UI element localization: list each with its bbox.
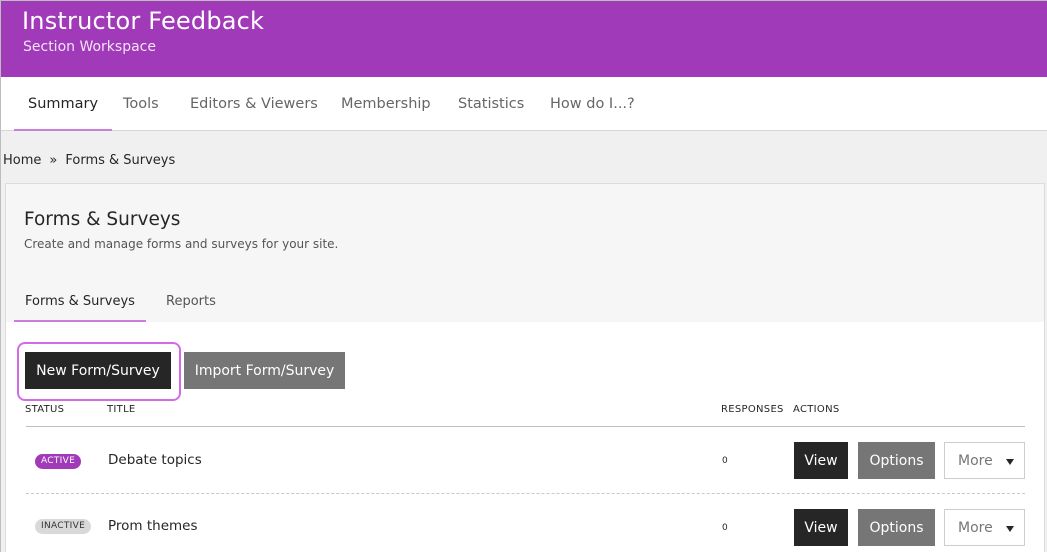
more-label: More [958,452,993,469]
tab-membership[interactable]: Membership [327,77,445,131]
tab-tools[interactable]: Tools [109,77,173,131]
top-navigation: Summary Tools Editors & Viewers Membersh… [1,77,1047,132]
column-header-status: STATUS [25,404,65,415]
breadcrumb-current: Forms & Surveys [65,153,176,168]
view-button[interactable]: View [794,509,848,546]
forms-list: New Form/Survey Import Form/Survey STATU… [6,322,1044,552]
app-header: Instructor Feedback Section Workspace [1,1,1047,77]
chevron-down-icon [1006,526,1014,532]
column-header-responses: RESPONSES [721,404,784,415]
tab-editors-viewers[interactable]: Editors & Viewers [176,77,332,131]
more-label: More [958,519,993,536]
site-title: Instructor Feedback [22,7,265,35]
chevron-down-icon [1006,459,1014,465]
form-title: Prom themes [108,518,198,534]
more-dropdown[interactable]: More [944,442,1025,479]
column-header-actions: ACTIONS [793,404,840,415]
response-count: 0 [722,523,728,533]
table-row: INACTIVE Prom themes 0 View Options More [6,494,1044,552]
tab-how-do-i[interactable]: How do I...? [536,77,649,131]
tab-summary[interactable]: Summary [14,77,113,132]
page-title: Forms & Surveys [24,209,181,230]
import-form-survey-button[interactable]: Import Form/Survey [184,352,345,389]
subtab-reports[interactable]: Reports [166,294,216,322]
site-subtitle: Section Workspace [23,39,156,55]
breadcrumb-separator: » [49,153,58,168]
options-button[interactable]: Options [858,509,935,546]
forms-panel: Forms & Surveys Create and manage forms … [5,183,1045,552]
page-description: Create and manage forms and surveys for … [24,237,339,251]
subtab-forms-surveys[interactable]: Forms & Surveys [14,294,146,323]
more-dropdown[interactable]: More [944,509,1025,546]
status-badge: ACTIVE [35,454,82,469]
response-count: 0 [722,456,728,466]
breadcrumb: Home » Forms & Surveys [3,153,175,168]
status-badge: INACTIVE [35,519,92,534]
options-button[interactable]: Options [858,442,935,479]
breadcrumb-home[interactable]: Home [3,153,41,168]
view-button[interactable]: View [794,442,848,479]
column-header-title: TITLE [107,404,136,415]
new-form-survey-button[interactable]: New Form/Survey [25,352,171,389]
form-title: Debate topics [108,452,202,468]
tab-statistics[interactable]: Statistics [444,77,538,131]
content-area: Home » Forms & Surveys Forms & Surveys Cre… [1,131,1047,552]
table-row: ACTIVE Debate topics 0 View Options More [6,427,1044,494]
